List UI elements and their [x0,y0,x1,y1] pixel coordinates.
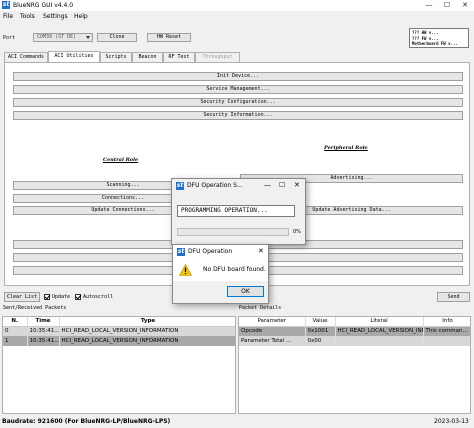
port-label: Port [3,35,16,41]
table-row[interactable]: 0 10:35:41... HCI_READ_LOCAL_VERSION_INF… [3,326,235,336]
progress-percent: 0% [293,229,301,235]
table-cell: 10:35:41... [27,326,60,336]
column-header[interactable]: Time [27,317,60,327]
table-cell: Parameter Total ... [239,336,306,346]
tab-beacon[interactable]: Beacon [132,52,163,62]
progress-dialog-title: DFU Operation S... [187,182,243,189]
security-information-button[interactable]: Security Information... [13,111,463,120]
update-checkbox-label: Update [52,294,71,300]
table-cell: HCI_READ_LOCAL_VERSION_INFORMATION [59,336,235,346]
table-header-row: Parameter Value Literal Info [239,317,470,327]
progress-bar [177,228,289,236]
init-device-button[interactable]: Init Device... [13,72,463,81]
ok-button[interactable]: OK [227,286,264,297]
menu-settings[interactable]: Settings [43,13,68,21]
error-message: No DFU board found. [203,266,266,273]
table-cell: 0x00 [305,336,336,346]
service-management-button[interactable]: Service Management... [13,85,463,94]
close-icon[interactable]: ✕ [294,181,300,189]
send-button[interactable]: Send [437,292,470,302]
packet-details-title: Packet Details [239,305,282,311]
error-dialog-title: DFU Operation [188,248,233,255]
chevron-down-icon [86,36,90,39]
autoscroll-checkbox-label: Autoscroll [83,294,114,300]
table-cell: HCI_READ_LOCAL_VERSION_INFORMATION [335,326,424,336]
autoscroll-checkbox[interactable] [75,294,81,300]
column-header[interactable]: Literal [335,317,424,327]
column-header[interactable]: Parameter [239,317,306,327]
minimize-button[interactable]: — [420,0,438,11]
close-port-button[interactable]: Close [97,33,137,42]
progress-message-box: PROGRAMMING OPERATION... [177,205,295,217]
menu-file[interactable]: File [3,13,13,21]
central-role-heading: Central Role [103,157,139,163]
update-checkbox[interactable] [44,294,50,300]
dfu-error-dialog: st DFU Operation ✕ No DFU board found. O… [172,244,269,304]
table-cell: 10:35:41... [27,336,60,346]
table-row[interactable]: Opcode 0x1001 HCI_READ_LOCAL_VERSION_INF… [239,326,470,336]
tab-throughput[interactable]: Throughput [195,52,240,62]
port-select-value: COM39 (ST DE) [37,34,77,40]
maximize-button[interactable]: ☐ [438,0,456,11]
packet-details-table: Parameter Value Literal Info Opcode 0x10… [238,316,471,414]
table-header-row: N. Time Type [3,317,235,327]
close-icon[interactable]: ✕ [258,247,264,255]
table-cell: 1 [3,336,28,346]
clear-list-button[interactable]: Clear List [4,292,40,302]
table-row[interactable]: 1 10:35:41... HCI_READ_LOCAL_VERSION_INF… [3,336,235,346]
minimize-icon[interactable]: — [264,181,271,189]
table-cell [423,336,470,346]
app-logo-icon: st [2,1,10,9]
status-bar: Baudrate: 921600 (For BlueNRG-LP/BlueNRG… [0,415,474,428]
menu-tools[interactable]: Tools [20,13,35,21]
app-logo-icon: st [176,182,184,190]
app-logo-icon: st [177,248,185,256]
table-cell: 0 [3,326,28,336]
tab-scripts[interactable]: Scripts [100,52,132,62]
tab-rf-test[interactable]: RF Test [163,52,195,62]
column-header[interactable]: Info [423,317,470,327]
column-header[interactable]: Type [59,317,235,327]
sent-received-table: N. Time Type 0 10:35:41... HCI_READ_LOCA… [2,316,236,414]
table-row[interactable]: Parameter Total ... 0x00 [239,336,470,346]
motherboard-fw-version: Motherboard FW v... [412,41,458,46]
sent-received-title: Sent/Received Packets [3,305,67,311]
title-bar: st BlueNRG GUI v4.4.0 — ☐ ✕ [0,0,474,11]
window-title: BlueNRG GUI v4.4.0 [13,2,74,9]
warning-icon [179,264,192,276]
tab-aci-utilities[interactable]: ACI Utilities [48,51,100,62]
menu-bar: File Tools Settings Help [0,11,474,23]
table-cell [335,336,424,346]
column-header[interactable]: N. [3,317,28,327]
table-cell: This comman... [423,326,470,336]
security-configuration-button[interactable]: Security Configuration... [13,98,463,107]
menu-help[interactable]: Help [74,13,88,21]
dfu-progress-dialog: st DFU Operation S... — ☐ ✕ PROGRAMMING … [171,178,306,245]
peripheral-role-heading: Peripheral Role [324,145,368,151]
firmware-info-box: ??? HW v... ??? FW v... Motherboard FW v… [409,28,469,48]
port-select[interactable]: COM39 (ST DE) [33,33,93,42]
tab-aci-commands[interactable]: ACI Commands [4,52,48,62]
table-cell: 0x1001 [305,326,336,336]
date-status: 2023-03-13 [434,418,469,425]
table-cell: HCI_READ_LOCAL_VERSION_INFORMATION [59,326,235,336]
close-window-button[interactable]: ✕ [456,0,474,11]
baudrate-status: Baudrate: 921600 (For BlueNRG-LP/BlueNRG… [2,418,171,425]
hw-reset-button[interactable]: HW Reset [147,33,191,42]
column-header[interactable]: Value [305,317,336,327]
table-cell: Opcode [239,326,306,336]
maximize-icon[interactable]: ☐ [279,181,285,189]
